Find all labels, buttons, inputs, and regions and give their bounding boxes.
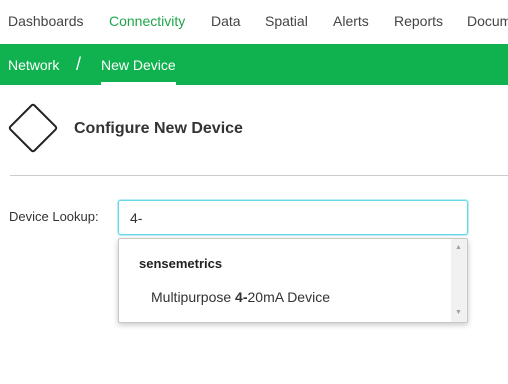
divider bbox=[10, 175, 508, 176]
nav-dashboards[interactable]: Dashboards bbox=[8, 13, 84, 29]
dropdown-scrollbar[interactable]: ▲ ▼ bbox=[451, 239, 467, 322]
nav-data[interactable]: Data bbox=[211, 13, 241, 29]
diamond-icon bbox=[7, 102, 59, 154]
dropdown-group-label: sensemetrics bbox=[139, 256, 223, 271]
device-lookup-dropdown: sensemetrics Multipurpose 4-20mA Device … bbox=[118, 238, 468, 323]
option-text-prefix: Multipurpose bbox=[151, 289, 236, 305]
nav-connectivity[interactable]: Connectivity bbox=[109, 13, 185, 29]
dropdown-option[interactable]: Multipurpose 4-20mA Device bbox=[119, 284, 451, 310]
breadcrumb-separator: / bbox=[76, 54, 82, 74]
option-text-match: 4- bbox=[235, 289, 248, 305]
device-lookup-input[interactable] bbox=[118, 200, 468, 235]
breadcrumb-active-underline bbox=[101, 82, 176, 85]
device-lookup-label: Device Lookup: bbox=[9, 209, 99, 224]
scroll-down-icon[interactable]: ▼ bbox=[455, 309, 462, 317]
breadcrumb-network[interactable]: Network bbox=[8, 57, 59, 73]
breadcrumb: Network / New Device bbox=[0, 44, 508, 85]
nav-spatial[interactable]: Spatial bbox=[265, 13, 308, 29]
page: Dashboards Connectivity Data Spatial Ale… bbox=[0, 0, 508, 384]
top-navigation: Dashboards Connectivity Data Spatial Ale… bbox=[0, 0, 508, 44]
option-text-suffix: 20mA Device bbox=[247, 289, 330, 305]
breadcrumb-new-device: New Device bbox=[101, 57, 176, 73]
nav-alerts[interactable]: Alerts bbox=[333, 13, 369, 29]
scroll-up-icon[interactable]: ▲ bbox=[455, 244, 462, 252]
nav-documents[interactable]: Docum bbox=[467, 13, 508, 29]
page-title: Configure New Device bbox=[74, 120, 243, 137]
nav-reports[interactable]: Reports bbox=[394, 13, 443, 29]
